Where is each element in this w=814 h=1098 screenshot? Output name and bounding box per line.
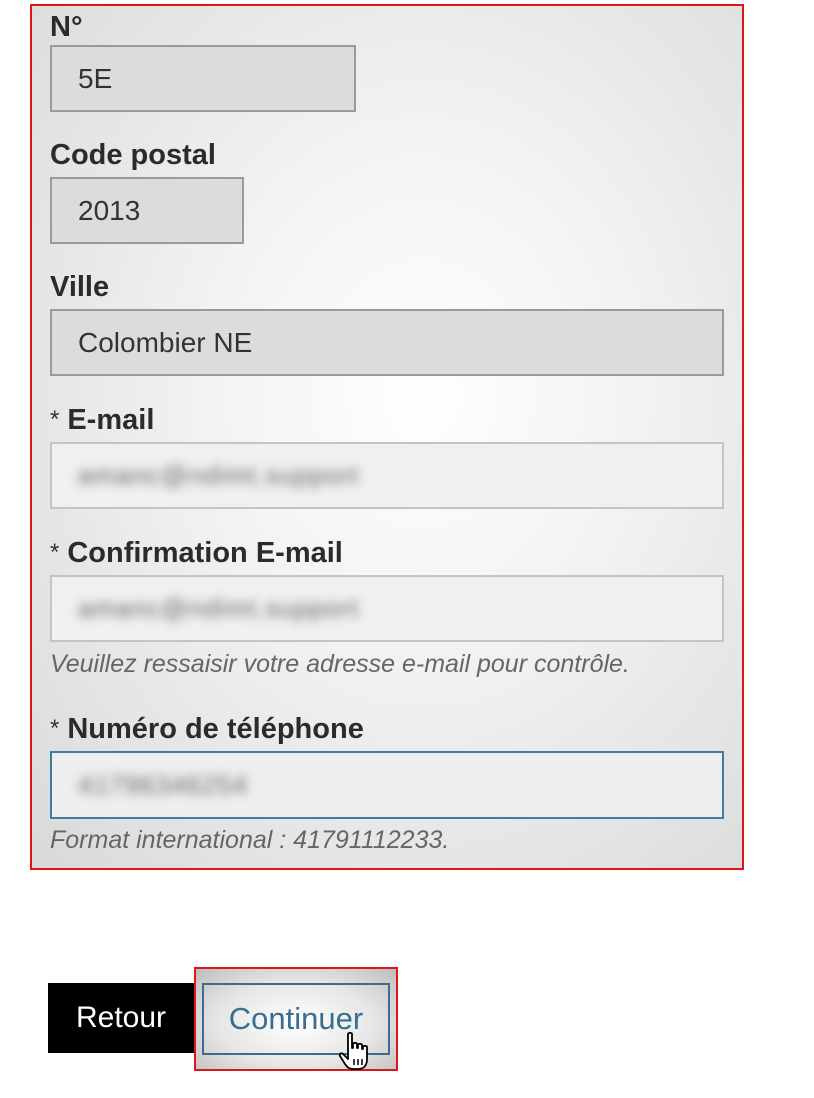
telephone-hint: Format international : 41791112233. bbox=[50, 826, 450, 854]
email-confirm-required-mark: * bbox=[50, 539, 60, 566]
email-confirm-label-row: * Confirmation E-mail bbox=[50, 536, 343, 572]
numero-field[interactable]: 5E bbox=[50, 45, 356, 112]
code-postal-value: 2013 bbox=[78, 194, 141, 226]
email-label: E-mail bbox=[67, 404, 155, 436]
back-button[interactable]: Retour bbox=[48, 983, 194, 1053]
ville-value: Colombier NE bbox=[78, 326, 253, 358]
email-value: amanc@ndimt.support bbox=[78, 460, 359, 490]
telephone-field[interactable]: 41796346254 bbox=[50, 751, 724, 819]
email-field[interactable]: amanc@ndimt.support bbox=[50, 442, 724, 509]
telephone-value: 41796346254 bbox=[78, 769, 249, 800]
address-contact-form: N° 5E Code postal 2013 Ville Colombier N… bbox=[30, 4, 744, 870]
code-postal-label: Code postal bbox=[50, 139, 216, 171]
email-confirm-value: amanc@ndimt.support bbox=[78, 593, 359, 623]
ville-label: Ville bbox=[50, 271, 110, 303]
email-required-mark: * bbox=[50, 406, 60, 433]
ville-field[interactable]: Colombier NE bbox=[50, 309, 724, 376]
numero-value: 5E bbox=[78, 62, 113, 94]
telephone-label: Numéro de téléphone bbox=[67, 713, 364, 745]
email-confirm-field[interactable]: amanc@ndimt.support bbox=[50, 575, 724, 642]
email-label-row: * E-mail bbox=[50, 403, 154, 439]
telephone-label-row: * Numéro de téléphone bbox=[50, 712, 364, 748]
hand-pointer-icon bbox=[338, 1032, 368, 1070]
telephone-required-mark: * bbox=[50, 715, 60, 742]
code-postal-field[interactable]: 2013 bbox=[50, 177, 244, 244]
email-confirm-label: Confirmation E-mail bbox=[67, 537, 343, 569]
numero-label: N° bbox=[50, 11, 83, 43]
email-confirm-hint: Veuillez ressaisir votre adresse e-mail … bbox=[50, 650, 630, 678]
